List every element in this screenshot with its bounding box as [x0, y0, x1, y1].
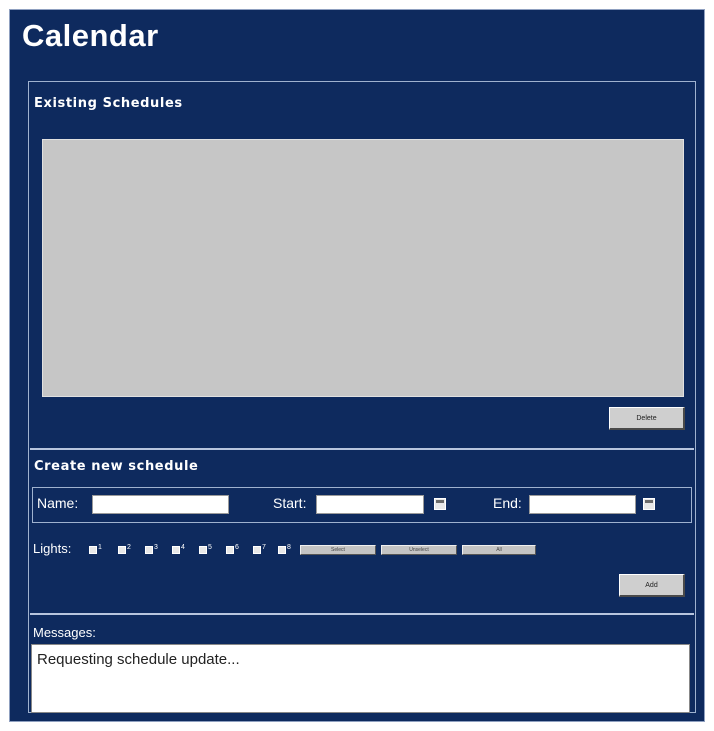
select-all-lights-button[interactable]: Select [300, 545, 376, 555]
light-number-8: 8 [287, 544, 291, 551]
add-button[interactable]: Add [619, 574, 685, 597]
light-number-2: 2 [127, 544, 131, 551]
light-checkbox-8[interactable] [278, 546, 286, 554]
light-number-7: 7 [262, 544, 266, 551]
start-calendar-icon[interactable] [434, 498, 446, 510]
start-date-field[interactable] [316, 495, 424, 514]
messages-box: Requesting schedule update... [31, 644, 690, 713]
light-number-5: 5 [208, 544, 212, 551]
light-checkbox-1[interactable] [89, 546, 97, 554]
name-label: Name: [37, 495, 79, 511]
light-checkbox-4[interactable] [172, 546, 180, 554]
schedule-list[interactable] [42, 139, 684, 397]
section-divider [30, 448, 694, 450]
name-field[interactable] [92, 495, 229, 514]
light-checkbox-3[interactable] [145, 546, 153, 554]
messages-divider [30, 613, 694, 615]
light-checkbox-7[interactable] [253, 546, 261, 554]
light-number-4: 4 [181, 544, 185, 551]
light-checkbox-5[interactable] [199, 546, 207, 554]
end-date-field[interactable] [529, 495, 636, 514]
end-calendar-icon[interactable] [643, 498, 655, 510]
messages-label: Messages: [33, 625, 96, 640]
light-number-6: 6 [235, 544, 239, 551]
all-lights-button[interactable]: All [462, 545, 536, 555]
light-number-3: 3 [154, 544, 158, 551]
light-checkbox-2[interactable] [118, 546, 126, 554]
delete-button[interactable]: Delete [609, 407, 685, 430]
end-label: End: [493, 495, 522, 511]
start-label: Start: [273, 495, 307, 511]
app-title: Calendar [22, 18, 159, 53]
light-checkbox-6[interactable] [226, 546, 234, 554]
existing-schedules-heading: Existing Schedules [34, 96, 183, 111]
light-number-1: 1 [98, 544, 102, 551]
lights-label: Lights: [33, 541, 72, 556]
create-schedule-heading: Create new schedule [34, 459, 199, 474]
unselect-lights-button[interactable]: Unselect [381, 545, 457, 555]
